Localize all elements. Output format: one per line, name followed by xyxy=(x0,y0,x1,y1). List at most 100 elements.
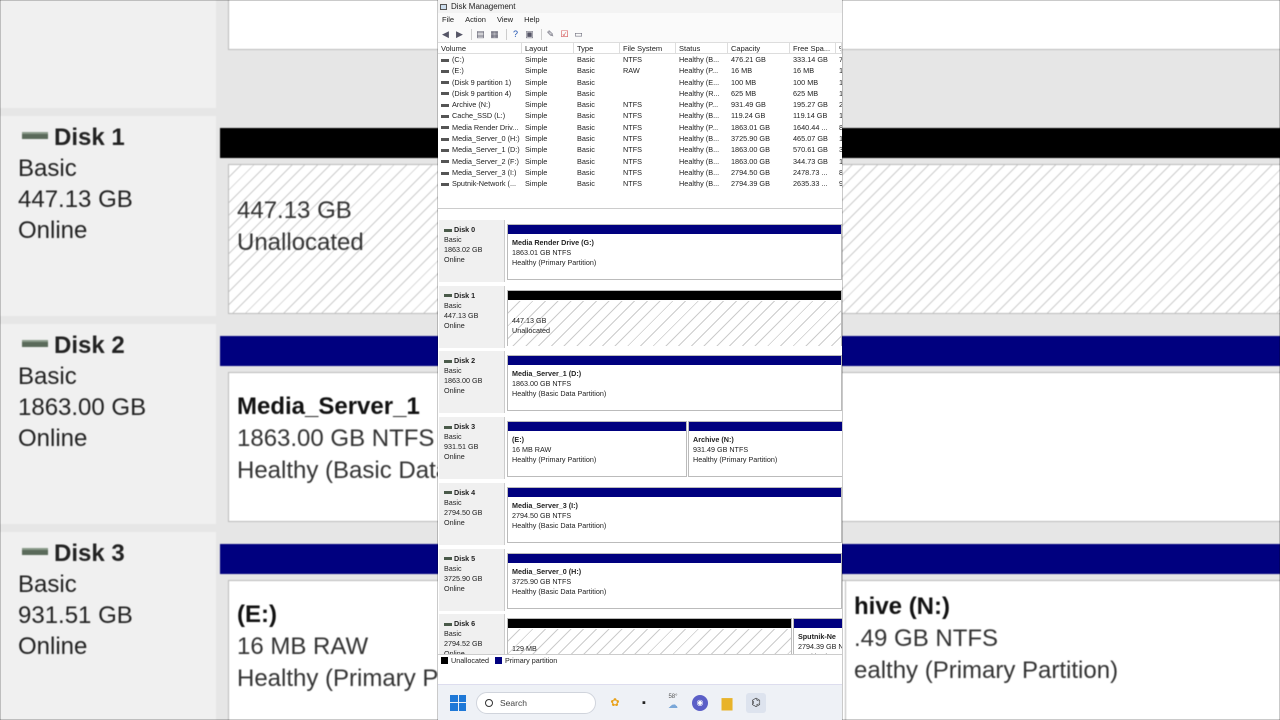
cell-filesystem: RAW xyxy=(620,65,676,76)
col-filesystem[interactable]: File System xyxy=(620,43,676,53)
cell-text: 100 MB xyxy=(793,77,819,87)
teams-icon[interactable]: ◉ xyxy=(692,694,708,711)
start-button[interactable] xyxy=(450,694,466,711)
check-icon[interactable]: ☑ xyxy=(559,29,570,40)
cell-type: Basic xyxy=(574,144,620,155)
cell-text: 2794.39 GB xyxy=(731,179,770,189)
partition-bar xyxy=(689,422,842,432)
disk-label[interactable]: Disk 6 Basic 2794.52 GB Online xyxy=(439,614,505,654)
disk-label[interactable]: Disk 5 Basic 3725.90 GB Online xyxy=(439,548,505,611)
bg-partition-bar xyxy=(220,544,438,574)
table-row[interactable]: (Disk 9 partition 4) Simple Basic Healthy (… xyxy=(438,88,842,99)
table-row[interactable]: Media_Server_1 (D:) Simple Basic NTFS Health… xyxy=(438,144,842,155)
disk-label[interactable]: Disk 1 Basic 447.13 GB Online xyxy=(439,285,505,348)
app-icon xyxy=(440,3,447,10)
cell-text: Media Render Driv... xyxy=(452,122,519,132)
cell-text: Healthy (R... xyxy=(679,88,720,98)
col-free-space[interactable]: Free Spa... xyxy=(790,43,836,53)
cell-text: Simple xyxy=(525,167,548,177)
col-percent[interactable]: % xyxy=(836,43,842,53)
disk-label[interactable]: Disk 4 Basic 2794.50 GB Online xyxy=(439,482,505,545)
cell-text: Simple xyxy=(525,66,548,76)
bg-partition-size: 447.13 GB xyxy=(237,197,352,224)
partition-info: 129 MBUnallocated xyxy=(508,629,791,654)
back-arrow-icon[interactable]: ◀ xyxy=(440,29,451,40)
partition-block[interactable]: Archive (N:) 931.49 GB NTFS Healthy (Prima… xyxy=(688,421,842,478)
table-row[interactable]: Media_Server_2 (F:) Simple Basic NTFS Health… xyxy=(438,156,842,167)
cell-capacity: 16 MB xyxy=(728,65,790,76)
table-row[interactable]: Cache_SSD (L:) Simple Basic NTFS Healthy (B.… xyxy=(438,110,842,121)
cell-text: NTFS xyxy=(623,167,643,177)
disk-label[interactable]: Disk 3 Basic 931.51 GB Online xyxy=(439,417,505,480)
partition-block[interactable]: Sputnik-Ne2794.39 GB NHealthy (B xyxy=(793,618,842,654)
task-view-icon[interactable]: ▪ xyxy=(634,693,654,713)
properties-icon[interactable]: ▤ xyxy=(475,29,486,40)
disk-icon xyxy=(444,228,452,232)
cell-layout: Simple xyxy=(522,133,574,144)
partition-block[interactable]: 129 MBUnallocated xyxy=(507,618,792,654)
menu-file[interactable]: File xyxy=(442,15,454,24)
disk-management-taskbar-icon[interactable]: ⌬ xyxy=(746,692,766,713)
file-explorer-icon[interactable]: ▆ xyxy=(717,693,737,713)
disk-label[interactable]: Disk 2 Basic 1863.00 GB Online xyxy=(439,351,505,414)
flower-widget-icon[interactable]: ✿ xyxy=(605,693,625,713)
cell-percent: 8 xyxy=(836,167,842,178)
title-bar[interactable]: Disk Management xyxy=(438,0,842,13)
col-type[interactable]: Type xyxy=(574,43,620,53)
table-row[interactable]: Media_Server_0 (H:) Simple Basic NTFS Health… xyxy=(438,133,842,144)
partition-block[interactable]: Media Render Drive (G:) 1863.01 GB NTFS He… xyxy=(507,224,842,280)
table-row[interactable]: Sputnik-Network (... Simple Basic NTFS Healt… xyxy=(438,178,842,189)
partition-block[interactable]: Media_Server_3 (I:) 2794.50 GB NTFS Health… xyxy=(507,486,842,543)
window-icon[interactable]: ▭ xyxy=(573,29,584,40)
cell-free-space: 1640.44 ... xyxy=(790,122,836,133)
table-row[interactable]: Archive (N:) Simple Basic NTFS Healthy (P...… xyxy=(438,99,842,110)
col-capacity[interactable]: Capacity xyxy=(728,43,790,53)
menu-help[interactable]: Help xyxy=(524,15,539,24)
console-icon[interactable]: ▣ xyxy=(524,29,535,40)
screen: 1863.02 GBOnline1863.01 GB NTFSHealthy (… xyxy=(0,0,1280,720)
cell-free-space: 625 MB xyxy=(790,88,836,99)
weather-icon[interactable]: 58° ☁ xyxy=(663,693,683,713)
partition-block[interactable]: Media_Server_0 (H:) 3725.90 GB NTFS Health… xyxy=(507,552,842,609)
partition-status: Healthy (Primary Partition) xyxy=(512,455,597,465)
table-row[interactable]: Media Render Driv... Simple Basic NTFS Healt… xyxy=(438,122,842,133)
cell-free-space: 570.61 GB xyxy=(790,144,836,155)
partition-bar xyxy=(508,356,841,366)
disk-label[interactable]: Disk 0 Basic 1863.02 GB Online xyxy=(439,220,505,282)
cell-layout: Simple xyxy=(522,110,574,121)
bg-archive-text: .49 GB NTFS xyxy=(854,625,999,652)
cell-text: Cache_SSD (L:) xyxy=(452,111,506,121)
cell-percent: 1 xyxy=(836,65,842,76)
partition-block[interactable]: (E:) 16 MB RAW Healthy (Primary Partition) xyxy=(507,421,687,478)
partition-block[interactable]: 447.13 GB Unallocated xyxy=(507,289,842,346)
cell-text: NTFS xyxy=(623,111,643,121)
menu-view[interactable]: View xyxy=(497,15,513,24)
cell-capacity: 1863.00 GB xyxy=(728,144,790,155)
refresh-icon[interactable]: ▦ xyxy=(489,29,500,40)
taskbar-search[interactable]: Search xyxy=(476,691,596,714)
col-layout[interactable]: Layout xyxy=(522,43,574,53)
cell-filesystem: NTFS xyxy=(620,178,676,189)
disk-icon xyxy=(22,548,48,556)
help-icon[interactable]: ? xyxy=(510,29,521,40)
cell-text: 2635.33 ... xyxy=(793,179,828,189)
cell-free-space: 16 MB xyxy=(790,65,836,76)
cell-text: Basic xyxy=(577,77,595,87)
partition-block[interactable]: Media_Server_1 (D:) 1863.00 GB NTFS Health… xyxy=(507,355,842,412)
cell-text: Healthy (P... xyxy=(679,100,719,110)
cell-capacity: 931.49 GB xyxy=(728,99,790,110)
col-status[interactable]: Status xyxy=(676,43,728,53)
menu-action[interactable]: Action xyxy=(465,15,486,24)
col-volume[interactable]: Volume xyxy=(438,43,522,53)
bg-disk-size: 931.51 GB xyxy=(18,602,133,629)
table-row[interactable]: (E:) Simple Basic RAW Healthy (P... 16 MB 16 M… xyxy=(438,65,842,76)
disk-row: Disk 2 Basic 1863.00 GB Online Media_Server_… xyxy=(438,349,842,415)
table-row[interactable]: Media_Server_3 (I:) Simple Basic NTFS Health… xyxy=(438,167,842,178)
disk-name-text: Disk 0 xyxy=(454,225,476,234)
forward-arrow-icon[interactable]: ▶ xyxy=(454,29,465,40)
table-row[interactable]: (Disk 9 partition 1) Simple Basic Healthy (… xyxy=(438,77,842,88)
bg-disk-row: Disk 2Basic1863.00 GBOnlineMedia_Server_… xyxy=(842,324,1280,532)
partition-title: Media_Server_1 (D:) xyxy=(512,369,582,379)
connect-icon[interactable]: ✎ xyxy=(545,29,556,40)
table-row[interactable]: (C:) Simple Basic NTFS Healthy (B... 476.21 G… xyxy=(438,54,842,65)
